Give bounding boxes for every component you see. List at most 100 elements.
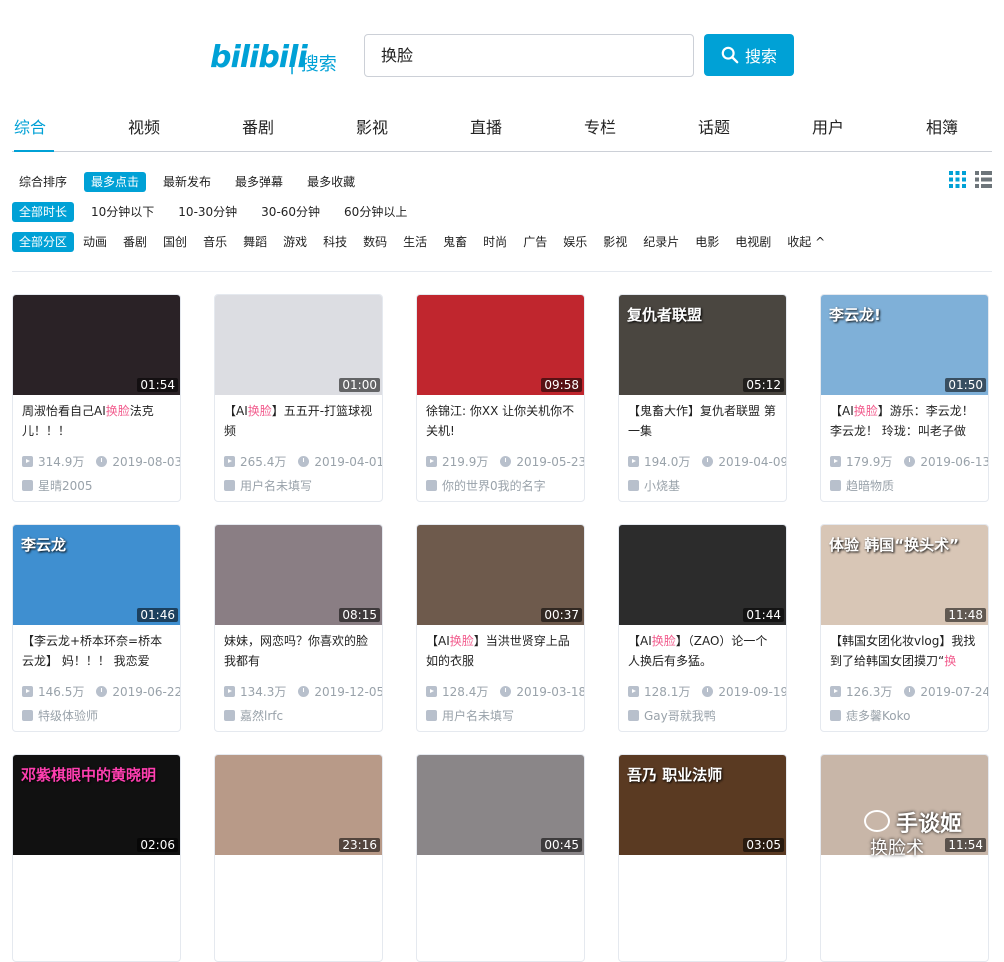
video-card[interactable]: 李云龙 01:46 【李云龙+桥本环奈=桥本云龙】 妈！！！ 我恋爱了!!!!!!!… [12,524,181,732]
zone-filter-2[interactable]: 番剧 [116,232,154,252]
video-title[interactable]: 【AI换脸】五五开-打篮球视频 [224,401,374,441]
zone-filter-5[interactable]: 舞蹈 [236,232,274,252]
zone-filter-7[interactable]: 科技 [316,232,354,252]
tab-7[interactable]: 用户 [812,114,844,138]
uploader[interactable]: 趋暗物质 [830,477,894,494]
video-title-text: 【AI [830,404,854,418]
tab-8[interactable]: 相簿 [926,114,958,138]
play-count-icon [830,686,841,697]
zone-filter-11[interactable]: 时尚 [476,232,514,252]
uploader[interactable]: 小烧基 [628,477,680,494]
sort-filter-4[interactable]: 最多收藏 [300,172,362,192]
zone-filter-0[interactable]: 全部分区 [12,232,75,252]
video-thumbnail[interactable]: 00:37 [417,525,584,625]
video-thumbnail[interactable]: 吾乃 职业法师 03:05 [619,755,786,855]
duration-filter-0[interactable]: 全部时长 [12,202,75,222]
zone-filter-13[interactable]: 娱乐 [556,232,594,252]
zone-filter-6[interactable]: 游戏 [276,232,314,252]
video-thumbnail[interactable]: 01:00 [215,295,382,395]
video-thumbnail[interactable]: 01:44 [619,525,786,625]
uploader[interactable]: 用户名未填写 [224,477,312,494]
tab-6[interactable]: 话题 [698,114,730,138]
video-title[interactable]: 周淑怡看自己AI换脸法克儿！！！ [22,401,172,441]
zone-filter-14[interactable]: 影视 [596,232,634,252]
zone-filter-4[interactable]: 音乐 [196,232,234,252]
zone-filter-8[interactable]: 数码 [356,232,394,252]
video-title-text: 【AI [224,404,248,418]
video-thumbnail[interactable]: 00:45 [417,755,584,855]
duration-filter-3[interactable]: 30-60分钟 [254,202,327,222]
zone-filter-15[interactable]: 纪录片 [636,232,686,252]
duration-filter-1[interactable]: 10分钟以下 [84,202,161,222]
uploader-name: 用户名未填写 [240,479,313,493]
video-title[interactable]: 【AI换脸】（ZAO）论一个人换后有多猛。 [628,631,778,671]
video-card[interactable]: 23:16 [214,754,383,962]
tab-0[interactable]: 综合 [14,114,46,138]
video-thumbnail[interactable]: 李云龙 01:46 [13,525,180,625]
video-title[interactable]: 【AI换脸】当洪世贤穿上品如的衣服 [426,631,576,671]
video-card[interactable]: 邓紫棋眼中的黄晓明 02:06 [12,754,181,962]
tab-4[interactable]: 直播 [470,114,502,138]
video-thumbnail[interactable]: 邓紫棋眼中的黄晓明 02:06 [13,755,180,855]
zone-filter-1[interactable]: 动画 [76,232,114,252]
video-thumbnail[interactable]: 09:58 [417,295,584,395]
zone-filter-3[interactable]: 国创 [156,232,194,252]
zone-filter-18[interactable]: 收起 ^ [780,232,832,252]
video-card[interactable]: 09:58 徐锦江: 你XX 让你关机你不关机! 219.9万 2019-05-23 你… [416,294,585,502]
uploader[interactable]: 星晴2005 [22,477,93,494]
search-input[interactable]: 换脸 [364,34,694,77]
zone-filter-16[interactable]: 电影 [688,232,726,252]
video-card[interactable]: 复仇者联盟 05:12 【鬼畜大作】复仇者联盟 第一集 194.0万 2019-04-0… [618,294,787,502]
video-thumbnail[interactable]: 李云龙! 01:50 [821,295,988,395]
sort-filter-1[interactable]: 最多点击 [84,172,147,192]
grid-view-icon[interactable] [949,171,966,188]
video-title[interactable]: 【李云龙+桥本环奈=桥本云龙】 妈！！！ 我恋爱了!!!!!!! [22,631,172,671]
sort-filter-2[interactable]: 最新发布 [156,172,218,192]
uploader[interactable]: 用户名未填写 [426,707,514,724]
play-count-icon [22,686,33,697]
video-card[interactable]: 01:00 【AI换脸】五五开-打篮球视频 265.4万 2019-04-01 用户名未… [214,294,383,502]
video-card[interactable]: 01:54 周淑怡看自己AI换脸法克儿！！！ 314.9万 2019-08-03 星晴2… [12,294,181,502]
duration-filter-4[interactable]: 60分钟以上 [337,202,414,222]
uploader-name: 特级体验师 [38,709,99,723]
tab-5[interactable]: 专栏 [584,114,616,138]
uploader[interactable]: 痣多馨Koko [830,707,910,724]
duration-filter-2[interactable]: 10-30分钟 [171,202,244,222]
search-button[interactable]: 搜索 [704,34,794,76]
video-title[interactable]: 【鬼畜大作】复仇者联盟 第一集 [628,401,778,441]
video-card[interactable]: 00:45 [416,754,585,962]
video-thumbnail[interactable]: 复仇者联盟 05:12 [619,295,786,395]
video-title[interactable]: 【AI换脸】游乐：李云龙！李云龙！ 玲珑：叫老子做 [830,401,980,441]
view-toggle [949,171,992,188]
zone-filter-17[interactable]: 电视剧 [728,232,778,252]
uploader[interactable]: 嘉然lrfc [224,707,283,724]
video-card[interactable]: 00:37 【AI换脸】当洪世贤穿上品如的衣服 128.4万 2019-03-18 用户… [416,524,585,732]
video-title[interactable]: 妹妹，网恋吗？你喜欢的脸我都有 [224,631,374,671]
zone-filter-9[interactable]: 生活 [396,232,434,252]
video-card[interactable]: 08:15 妹妹，网恋吗？你喜欢的脸我都有 134.3万 2019-12-05 嘉然lr… [214,524,383,732]
uploader[interactable]: 你的世界0我的名字 [426,477,546,494]
video-thumbnail[interactable]: 23:16 [215,755,382,855]
video-thumbnail[interactable]: 08:15 [215,525,382,625]
list-view-icon[interactable] [975,171,992,188]
zone-filter-10[interactable]: 鬼畜 [436,232,474,252]
video-card[interactable]: 体验 韩国“换头术” 11:48 【韩国女团化妆vlog】我找到了给韩国女团摸刀“换… [820,524,989,732]
zone-filter-12[interactable]: 广告 [516,232,554,252]
video-title[interactable]: 徐锦江: 你XX 让你关机你不关机! [426,401,576,441]
uploader[interactable]: Gay哥就我鸭 [628,707,716,724]
user-icon [426,480,437,491]
sort-filter-3[interactable]: 最多弹幕 [228,172,290,192]
tab-2[interactable]: 番剧 [242,114,274,138]
video-title[interactable]: 【韩国女团化妆vlog】我找到了给韩国女团摸刀“换 [830,631,980,671]
video-thumbnail[interactable]: 01:54 [13,295,180,395]
video-card[interactable]: 李云龙! 01:50 【AI换脸】游乐：李云龙！李云龙！ 玲珑：叫老子做 179.9万… [820,294,989,502]
video-card[interactable]: 吾乃 职业法师 03:05 [618,754,787,962]
tab-1[interactable]: 视频 [128,114,160,138]
sort-filter-0[interactable]: 综合排序 [12,172,74,192]
video-duration: 00:37 [541,608,582,622]
tab-3[interactable]: 影视 [356,114,388,138]
video-card[interactable]: 01:44 【AI换脸】（ZAO）论一个人换后有多猛。 128.1万 2019-09-… [618,524,787,732]
video-thumbnail[interactable]: 体验 韩国“换头术” 11:48 [821,525,988,625]
upload-date: 2019-09-19 [718,684,787,699]
uploader[interactable]: 特级体验师 [22,707,98,724]
